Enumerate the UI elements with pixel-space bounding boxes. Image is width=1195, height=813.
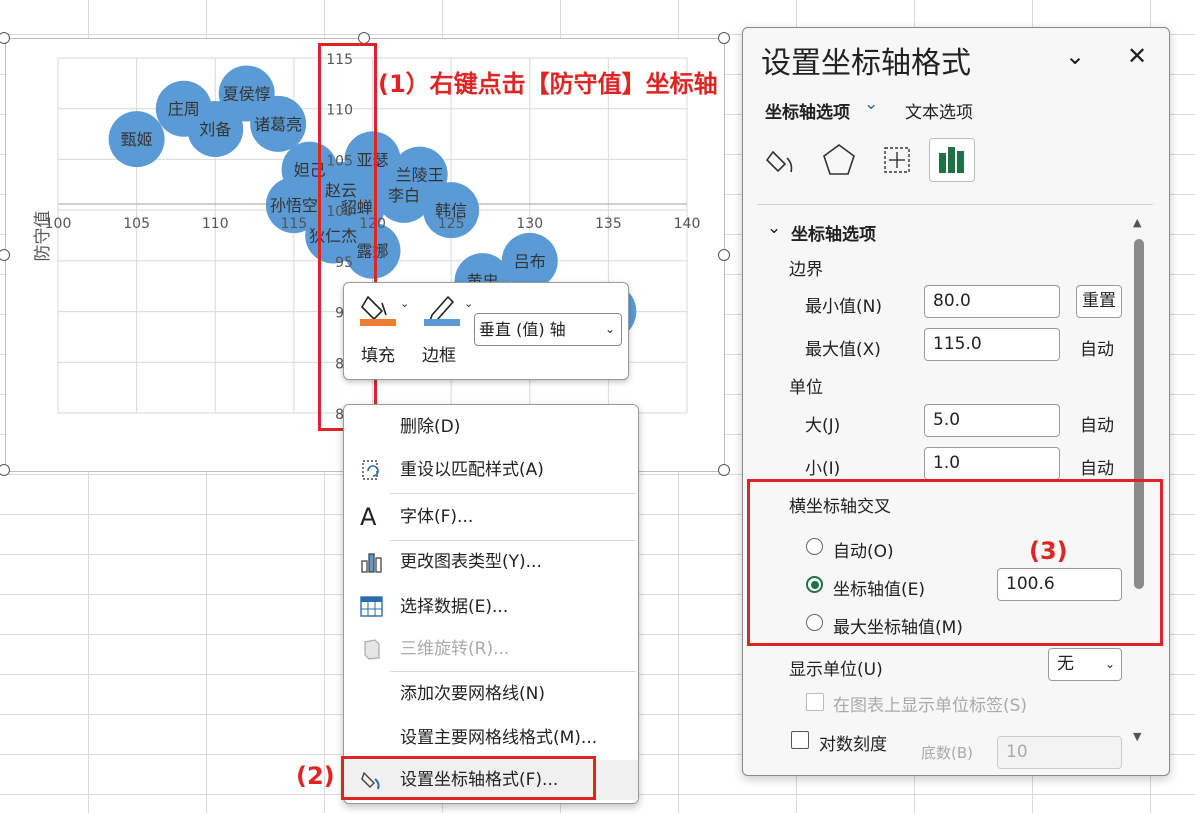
- step1-annotation: (1）右键点击【防守值】坐标轴: [378, 70, 718, 98]
- border-label: 边框: [422, 346, 456, 366]
- reset-style-icon: [362, 460, 379, 480]
- fill-color-swatch: [360, 319, 396, 326]
- x-tick-label: 125: [438, 216, 465, 232]
- context-menu: 删除(D) 重设以匹配样式(A) A 字体(F)... 更改图表类型(Y)...…: [343, 404, 639, 804]
- menu-item-font[interactable]: A 字体(F)...: [344, 497, 638, 537]
- chevron-down-icon: ⌄: [604, 322, 615, 336]
- bubble-label: 甄姬: [121, 130, 153, 149]
- chevron-down-icon[interactable]: ⌄: [864, 94, 878, 114]
- fill-line-icon[interactable]: [765, 142, 801, 178]
- menu-item-format-major-gridlines[interactable]: 设置主要网格线格式(M)...: [344, 718, 638, 758]
- x-tick-label: 135: [595, 216, 622, 232]
- units-label: 单位: [789, 378, 823, 398]
- pane-options-chevron-icon[interactable]: ⌄: [1065, 42, 1085, 70]
- bubble-label: 诸葛亮: [254, 115, 302, 134]
- bubble-label: 刘备: [199, 120, 231, 139]
- minor-label: 小(I): [805, 459, 841, 479]
- display-units-label: 显示单位(U): [789, 660, 883, 680]
- menu-item-reset-style[interactable]: 重设以匹配样式(A): [344, 450, 638, 490]
- paint-bucket-icon: [360, 295, 396, 326]
- menu-item-select-data[interactable]: 选择数据(E)...: [344, 587, 638, 627]
- minor-auto-label: 自动: [1080, 459, 1114, 479]
- x-tick-label: 115: [281, 216, 308, 232]
- major-unit-field[interactable]: 5.0: [924, 404, 1060, 437]
- border-color-swatch: [424, 319, 460, 326]
- step2-annotation: (2): [296, 762, 335, 790]
- max-label: 最大值(X): [805, 340, 881, 360]
- major-auto-label: 自动: [1080, 416, 1114, 436]
- bounds-label: 边界: [789, 260, 823, 280]
- menu-item-delete[interactable]: 删除(D): [344, 407, 638, 447]
- tab-divider: [757, 204, 1153, 205]
- chart-element-value: 垂直 (值) 轴: [479, 320, 566, 339]
- menu-item-change-chart-type[interactable]: 更改图表类型(Y)...: [344, 542, 638, 582]
- bubble-label: 李白: [388, 186, 420, 205]
- log-scale-checkbox[interactable]: [791, 731, 809, 749]
- x-tick-label: 130: [516, 216, 543, 232]
- effects-pentagon-icon[interactable]: [821, 142, 857, 178]
- min-value-field[interactable]: 80.0: [924, 285, 1060, 318]
- pen-icon: [424, 295, 460, 326]
- base-field[interactable]: 10: [997, 736, 1122, 769]
- show-units-checkbox[interactable]: [806, 693, 824, 711]
- mini-toolbar: ⌄ 填充 ⌄ 边框 垂直 (值) 轴 ⌄: [343, 282, 629, 380]
- font-icon: A: [360, 503, 377, 531]
- tab-axis-options[interactable]: 坐标轴选项: [765, 98, 850, 123]
- chevron-down-icon[interactable]: ⌄: [464, 297, 473, 310]
- x-tick-label: 140: [674, 216, 701, 232]
- bar-chart-icon: [939, 147, 964, 173]
- min-label: 最小值(N): [805, 297, 882, 317]
- fill-label: 填充: [361, 346, 395, 366]
- show-units-label: 在图表上显示单位标签(S): [833, 696, 1028, 716]
- chart-element-select[interactable]: 垂直 (值) 轴 ⌄: [474, 313, 622, 346]
- format-axis-pane: 设置坐标轴格式 ⌄ ✕ 坐标轴选项 ⌄ 文本选项 ⌄ 坐标轴选项 边界 最小值(…: [742, 27, 1170, 776]
- pane-title: 设置坐标轴格式: [761, 46, 971, 81]
- step3-annotation: (3): [1029, 537, 1068, 565]
- fill-button[interactable]: ⌄ 填充: [358, 291, 418, 369]
- border-button[interactable]: ⌄ 边框: [422, 291, 482, 369]
- size-properties-icon[interactable]: [879, 142, 915, 178]
- menu-item-add-minor-gridlines[interactable]: 添加次要网格线(N): [344, 674, 638, 714]
- close-icon[interactable]: ✕: [1127, 42, 1147, 70]
- x-tick-label: 105: [123, 216, 150, 232]
- select-data-icon: [360, 596, 383, 617]
- format-axis-highlight: [341, 756, 596, 800]
- bubble-label: 孙悟空: [270, 196, 318, 215]
- display-units-value: 无: [1057, 654, 1074, 674]
- section-axis-options[interactable]: 坐标轴选项: [791, 220, 876, 245]
- bubble-label: 吕布: [514, 252, 546, 271]
- display-units-select[interactable]: 无 ⌄: [1048, 648, 1122, 681]
- log-scale-label[interactable]: 对数刻度: [819, 730, 887, 755]
- menu-item-3d-rotation[interactable]: 三维旋转(R)...: [344, 629, 638, 669]
- minor-unit-field[interactable]: 1.0: [924, 447, 1060, 480]
- chevron-down-icon[interactable]: ⌄: [400, 297, 409, 310]
- resize-handle-right-middle[interactable]: [718, 249, 730, 261]
- x-tick-label: 110: [202, 216, 229, 232]
- bubble-label: 兰陵王: [396, 166, 444, 185]
- scroll-up-icon[interactable]: ▲: [1133, 216, 1141, 229]
- axis-cross-highlight: [747, 479, 1163, 646]
- resize-handle-bottom-right[interactable]: [718, 464, 730, 476]
- chevron-down-icon[interactable]: ⌄: [767, 218, 781, 238]
- chart-type-icon: [361, 553, 382, 573]
- major-label: 大(J): [805, 416, 841, 436]
- bubble-label: 庄周: [168, 100, 200, 119]
- scroll-down-icon[interactable]: ▼: [1133, 730, 1141, 743]
- 3d-rotate-icon: [364, 639, 380, 660]
- axis-options-tab-active[interactable]: [929, 138, 975, 182]
- bubble-label: 夏侯惇: [223, 85, 271, 104]
- max-auto-label: 自动: [1080, 340, 1114, 360]
- base-label: 底数(B): [921, 744, 973, 762]
- max-value-field[interactable]: 115.0: [924, 328, 1060, 361]
- resize-handle-top-right[interactable]: [718, 32, 730, 44]
- min-reset-button[interactable]: 重置: [1076, 285, 1122, 318]
- y-axis-title[interactable]: 防守值: [33, 211, 53, 262]
- tab-text-options[interactable]: 文本选项: [905, 98, 973, 123]
- chevron-down-icon: ⌄: [1104, 657, 1115, 671]
